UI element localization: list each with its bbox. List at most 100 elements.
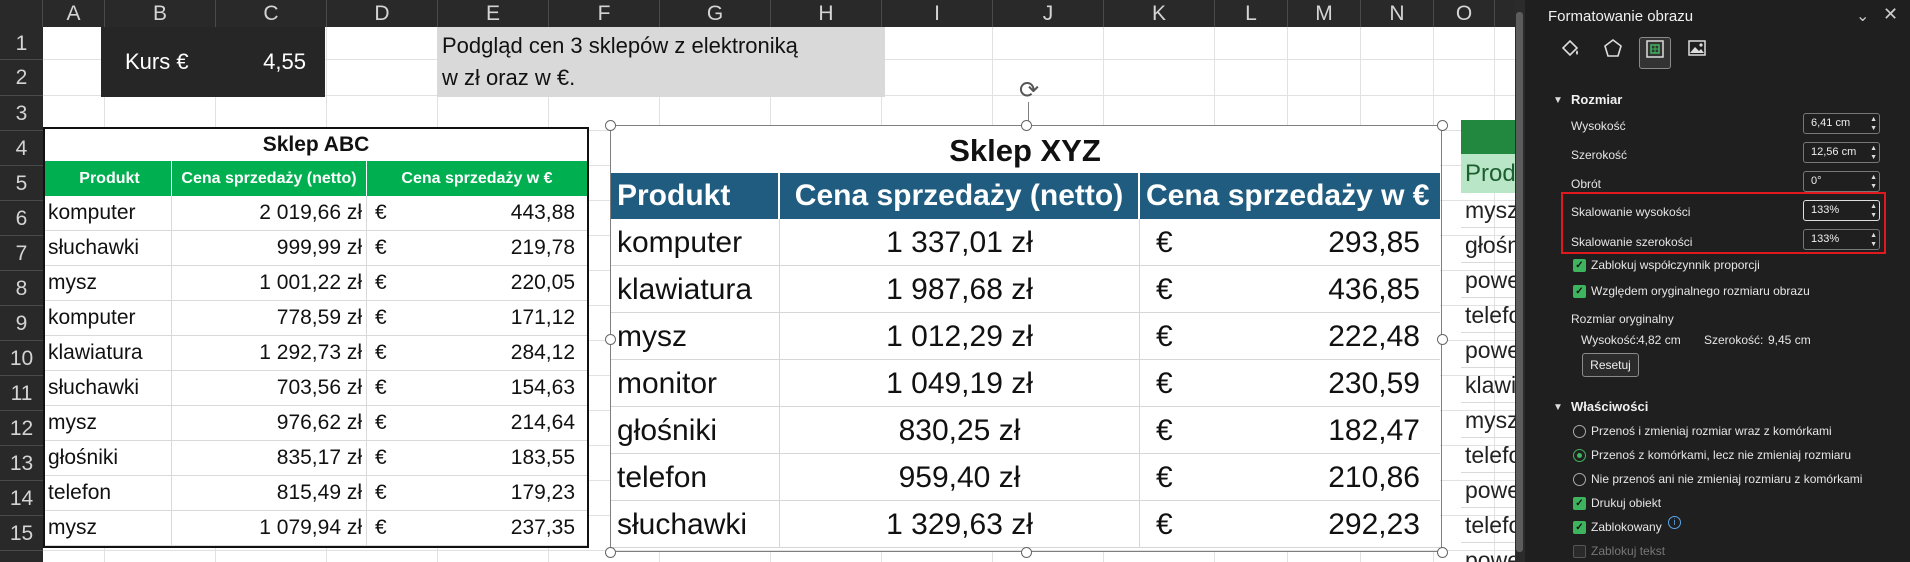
original-height-value: 4,82 cm [1638, 333, 1681, 347]
column-header[interactable]: G [660, 0, 771, 27]
column-header[interactable]: B [105, 0, 216, 27]
width-input[interactable]: 12,56 cm ▲ ▼ [1803, 142, 1880, 163]
table-row[interactable]: słuchawki 999,99 zł €219,78 [45, 231, 587, 266]
column-header[interactable]: F [549, 0, 660, 27]
chevron-down-icon[interactable]: ▼ [1553, 95, 1563, 106]
print-object-checkbox[interactable]: ✓ [1573, 497, 1586, 510]
picture-tab-icon[interactable] [1681, 37, 1713, 69]
row-header[interactable]: 1 [0, 27, 43, 60]
table-row[interactable]: mysz 1 079,94 zł €237,35 [45, 511, 587, 546]
size-section-header[interactable]: Rozmiar [1571, 92, 1622, 107]
effects-tab-icon[interactable] [1597, 37, 1629, 69]
row-header[interactable]: 7 [0, 236, 43, 271]
row-header[interactable]: 4 [0, 131, 43, 166]
spinner-icon[interactable]: ▲ ▼ [1870, 231, 1877, 249]
select-all-corner[interactable] [0, 0, 43, 27]
row-header[interactable]: 14 [0, 481, 43, 516]
close-icon[interactable]: ✕ [1883, 4, 1898, 25]
table-row[interactable]: komputer 1 337,01 zł €293,85 [610, 219, 1440, 266]
relative-original-checkbox[interactable]: ✓ [1573, 285, 1586, 298]
column-header[interactable]: H [771, 0, 882, 27]
picture-sklep-xyz[interactable]: Sklep XYZ Produkt Cena sprzedaży (netto)… [610, 125, 1440, 550]
resize-handle[interactable] [1021, 120, 1032, 131]
table-row[interactable]: mysz 976,62 zł €214,64 [45, 406, 587, 441]
row-header[interactable]: 2 [0, 60, 43, 96]
resize-handle[interactable] [1437, 120, 1448, 131]
table-row[interactable]: komputer 778,59 zł €171,12 [45, 301, 587, 336]
column-header[interactable]: D [327, 0, 438, 27]
row-header[interactable]: 5 [0, 166, 43, 201]
row-header[interactable]: 3 [0, 96, 43, 131]
height-input[interactable]: 6,41 cm ▲ ▼ [1803, 113, 1880, 134]
table-row[interactable]: słuchawki 703,56 zł €154,63 [45, 371, 587, 406]
scrollbar-thumb[interactable] [1516, 12, 1523, 552]
size-properties-tab-icon[interactable] [1639, 37, 1671, 69]
rotate-handle-icon[interactable]: ⟳ [1017, 79, 1041, 103]
row-header[interactable]: 12 [0, 411, 43, 446]
spreadsheet[interactable]: ABCDEFGHIJKLMNO 1 2 3 4 5 6 7 8 9 10 11 12 13 14 15 Ku… [0, 0, 1515, 562]
table-row[interactable]: telefon 959,40 zł €210,86 [610, 454, 1440, 501]
column-header[interactable]: M [1288, 0, 1361, 27]
table-row[interactable]: monitor 1 049,19 zł €230,59 [610, 360, 1440, 407]
resize-handle[interactable] [1437, 333, 1448, 345]
chevron-down-icon[interactable]: ▼ [1553, 402, 1563, 413]
row-header[interactable]: 9 [0, 306, 43, 341]
row-header[interactable]: 15 [0, 516, 43, 551]
resize-handle[interactable] [1021, 547, 1032, 558]
column-header[interactable]: I [882, 0, 993, 27]
row-header[interactable]: 6 [0, 201, 43, 236]
exchange-rate-box[interactable]: Kurs € 4,55 [101, 27, 325, 97]
row-header[interactable]: 8 [0, 271, 43, 306]
resize-handle[interactable] [605, 333, 616, 345]
row-header[interactable]: 10 [0, 341, 43, 376]
scale-width-input[interactable]: 133% ▲ ▼ [1803, 229, 1880, 250]
header-eur-price[interactable]: Cena sprzedaży w € [367, 161, 587, 196]
reset-button[interactable]: Resetuj [1582, 353, 1639, 377]
header-net-price[interactable]: Cena sprzedaży (netto) [172, 161, 367, 196]
table-row[interactable]: słuchawki 1 329,63 zł €292,23 [610, 501, 1440, 548]
column-header[interactable]: O [1434, 0, 1495, 27]
header-product[interactable]: Produkt [45, 161, 172, 196]
lock-ratio-checkbox[interactable]: ✓ [1573, 259, 1586, 272]
row-header[interactable]: 13 [0, 446, 43, 481]
resize-handle[interactable] [605, 120, 616, 131]
table-row[interactable]: głośniki 835,17 zł €183,55 [45, 441, 587, 476]
table-row[interactable]: klawiatura 1 292,73 zł €284,12 [45, 336, 587, 371]
column-header[interactable]: L [1215, 0, 1288, 27]
locked-checkbox[interactable]: ✓ [1573, 521, 1586, 534]
column-header[interactable]: A [43, 0, 105, 27]
radio-move-and-size[interactable] [1573, 425, 1586, 438]
row-header[interactable]: 11 [0, 376, 43, 411]
column-header[interactable]: J [993, 0, 1104, 27]
spinner-icon[interactable]: ▲ ▼ [1870, 173, 1877, 191]
table-row[interactable]: klawiatura 1 987,68 zł €436,85 [610, 266, 1440, 313]
preview-note[interactable]: Podgląd cen 3 sklepów z elektroniką w zł… [437, 27, 885, 97]
resize-handle[interactable] [1437, 547, 1448, 558]
table-sklep-abc[interactable]: Sklep ABC Produkt Cena sprzedaży (netto)… [43, 127, 589, 548]
table-third-partial[interactable]: Produ myszgłośnpowetelefopoweklawimyszte… [1461, 120, 1515, 562]
spinner-icon[interactable]: ▲ ▼ [1870, 144, 1877, 162]
resize-handle[interactable] [605, 547, 616, 558]
table-row[interactable]: mysz 1 012,29 zł €222,48 [610, 313, 1440, 360]
column-header[interactable]: K [1104, 0, 1215, 27]
table-row[interactable]: mysz 1 001,22 zł €220,05 [45, 266, 587, 301]
table-row[interactable]: głośniki 830,25 zł €182,47 [610, 407, 1440, 454]
fill-line-tab-icon[interactable] [1554, 37, 1586, 69]
chevron-down-icon[interactable]: ⌄ [1856, 6, 1869, 26]
rotation-input[interactable]: 0° ▲ ▼ [1803, 171, 1880, 192]
cell-net-price: 830,25 zł [780, 407, 1140, 453]
exchange-rate-value[interactable]: 4,55 [246, 49, 306, 75]
scale-height-input[interactable]: 133% ▲ ▼ [1803, 200, 1880, 221]
column-header[interactable]: C [216, 0, 327, 27]
table-row[interactable]: telefon 815,49 zł €179,23 [45, 476, 587, 511]
info-icon[interactable]: i [1668, 516, 1681, 529]
column-header[interactable]: E [438, 0, 549, 27]
properties-section-header[interactable]: Właściwości [1571, 399, 1648, 414]
table-row[interactable]: komputer 2 019,66 zł €443,88 [45, 196, 587, 231]
sheet-scrollbar[interactable] [1515, 0, 1525, 562]
spinner-icon[interactable]: ▲ ▼ [1870, 115, 1877, 133]
radio-move-no-size[interactable] [1573, 449, 1586, 462]
column-header[interactable]: N [1361, 0, 1434, 27]
spinner-icon[interactable]: ▲ ▼ [1870, 202, 1877, 220]
radio-dont-move[interactable] [1573, 473, 1586, 486]
